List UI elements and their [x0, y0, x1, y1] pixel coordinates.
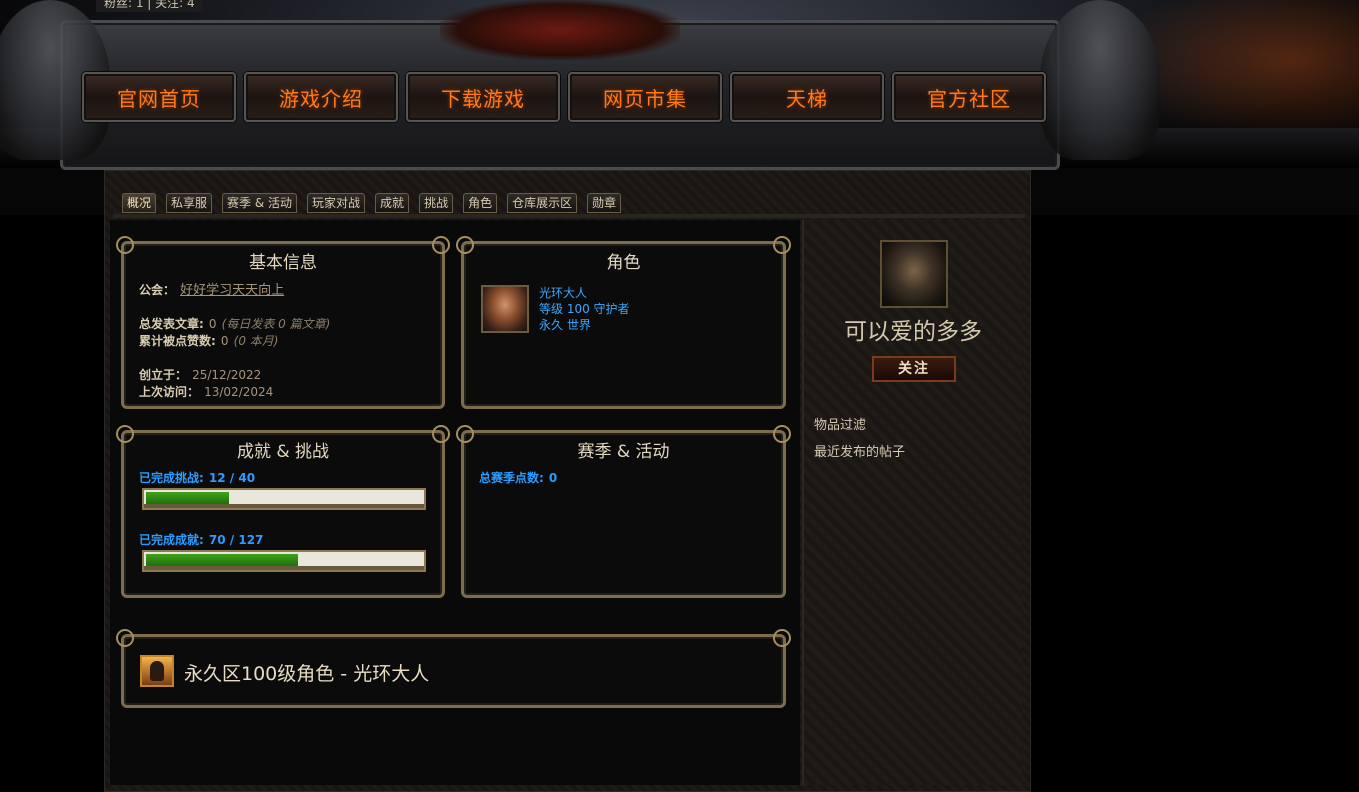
follow-stats: 粉丝: 1 | 关注: 4 [96, 0, 203, 12]
main-nav: 官网首页 游戏介绍 下载游戏 网页市集 天梯 官方社区 [82, 72, 1046, 122]
tab-pvp[interactable]: 玩家对战 [307, 193, 366, 213]
character-name-link[interactable]: 光环大人 [539, 284, 587, 301]
recent-posts-link[interactable]: 最近发布的帖子 [814, 441, 905, 460]
seasons-title: 赛季 & 活动 [577, 442, 670, 462]
tab-stash-showcase[interactable]: 仓库展示区 [507, 193, 578, 213]
nav-home[interactable]: 官网首页 [82, 72, 236, 122]
challenges-label: 已完成挑战: [139, 471, 204, 485]
tab-characters[interactable]: 角色 [463, 193, 498, 213]
achievements-box: 成就 & 挑战 已完成挑战: 12 / 40 已完成成就: 70 / 127 [116, 425, 450, 598]
hooded-avatar [880, 240, 948, 308]
created-value: 25/12/2022 [192, 368, 262, 382]
achievements-progress-bar [142, 550, 426, 572]
nav-ladder[interactable]: 天梯 [730, 72, 884, 122]
challenges-progress-fill [146, 492, 229, 504]
nav-game-intro[interactable]: 游戏介绍 [244, 72, 398, 122]
likes-label: 累计被点赞数: [139, 334, 216, 348]
tab-achievements[interactable]: 成就 [375, 193, 410, 213]
visited-label: 上次访问： [139, 385, 200, 399]
tab-season-events[interactable]: 赛季 & 活动 [222, 193, 298, 213]
featured-character-banner[interactable]: 永久区100级角色 - 光环大人 [116, 629, 791, 708]
tab-medals[interactable]: 勋章 [587, 193, 622, 213]
visited-value: 13/02/2024 [204, 385, 274, 399]
tab-challenges[interactable]: 挑战 [419, 193, 454, 213]
achievements-label: 已完成成就: [139, 533, 204, 547]
posts-note: (每日发表 0 篇文章) [221, 317, 331, 331]
achievements-value: 70 / 127 [208, 533, 264, 547]
characters-box: 角色 光环大人 等级 100 守护者 永久 世界 [456, 236, 791, 409]
challenges-progress-bar [142, 488, 426, 510]
character-level: 等级 100 守护者 [539, 302, 630, 316]
likes-value: 0 [220, 334, 229, 348]
season-points-label: 总赛季点数: [479, 471, 544, 485]
likes-note: (0 本月) [233, 334, 279, 348]
nav-download[interactable]: 下载游戏 [406, 72, 560, 122]
character-realm: 永久 世界 [539, 318, 591, 332]
posts-label: 总发表文章: [139, 317, 204, 331]
season-points-value: 0 [548, 471, 558, 485]
character-silhouette-icon [140, 655, 174, 687]
tab-overview[interactable]: 概况 [122, 193, 157, 213]
character-portrait[interactable] [481, 285, 529, 333]
achievements-progress-fill [146, 554, 298, 566]
characters-title: 角色 [606, 253, 641, 273]
tab-underline [113, 214, 1025, 218]
achievements-title: 成就 & 挑战 [236, 442, 330, 462]
tab-private-server[interactable]: 私享服 [166, 193, 213, 213]
featured-character-text: 永久区100级角色 - 光环大人 [184, 663, 430, 685]
clan-link[interactable]: 好好学习天天向上 [180, 283, 284, 298]
basic-info-box: 基本信息 公会： 好好学习天天向上 总发表文章: 0 (每日发表 0 篇文章) … [116, 236, 450, 409]
created-label: 创立于： [139, 368, 188, 382]
nav-market[interactable]: 网页市集 [568, 72, 722, 122]
item-filter-link[interactable]: 物品过滤 [814, 414, 866, 433]
clan-label: 公会： [139, 283, 176, 297]
profile-name: 可以爱的多多 [844, 319, 982, 345]
profile-tabs: 概况 私享服 赛季 & 活动 玩家对战 成就 挑战 角色 仓库展示区 勋章 [122, 193, 622, 213]
posts-value: 0 [208, 317, 217, 331]
basic-info-title: 基本信息 [249, 253, 317, 273]
challenges-value: 12 / 40 [208, 471, 256, 485]
right-statue-decoration [1040, 0, 1160, 160]
seasons-box: 赛季 & 活动 总赛季点数: 0 [456, 425, 791, 598]
nav-community[interactable]: 官方社区 [892, 72, 1046, 122]
follow-button[interactable]: 关注 [872, 356, 956, 382]
